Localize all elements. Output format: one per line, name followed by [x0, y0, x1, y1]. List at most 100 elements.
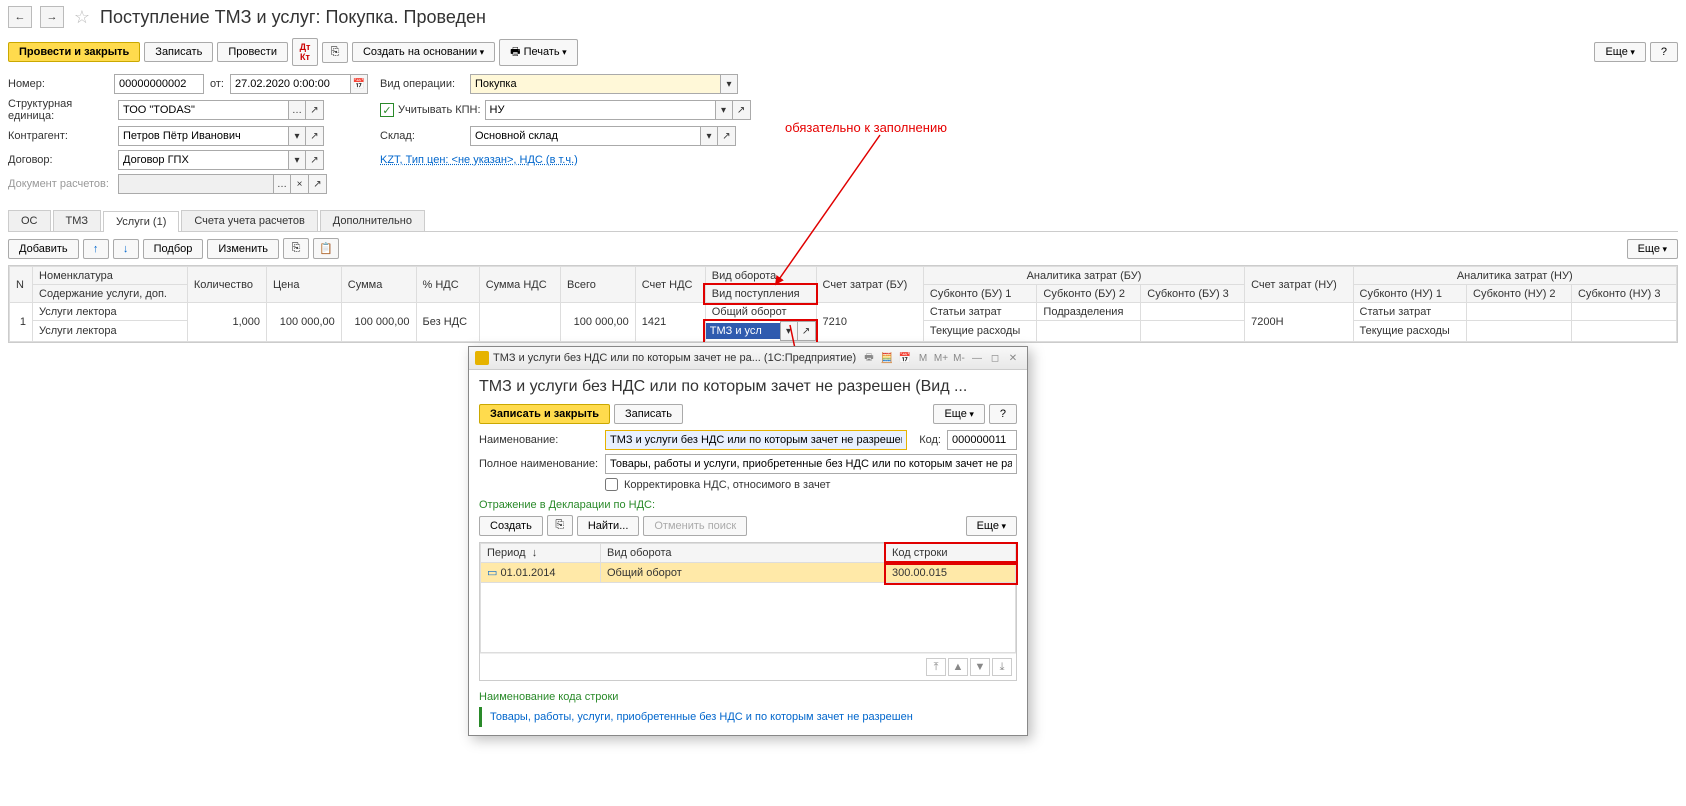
- add-button[interactable]: Добавить: [8, 239, 79, 259]
- modal-col-period[interactable]: Период ↓: [481, 544, 601, 563]
- close-icon[interactable]: ✕: [1005, 350, 1021, 366]
- col-sub-bu3[interactable]: Субконто (БУ) 3: [1141, 285, 1245, 303]
- modal-find-button[interactable]: Найти...: [577, 516, 640, 536]
- contract-input[interactable]: [118, 150, 288, 170]
- open-icon[interactable]: ↗: [798, 321, 816, 341]
- dropdown-icon[interactable]: ▾: [700, 126, 718, 146]
- pick-button[interactable]: Подбор: [143, 239, 204, 259]
- col-qty[interactable]: Количество: [187, 267, 266, 303]
- col-sub-nu1[interactable]: Субконто (НУ) 1: [1353, 285, 1467, 303]
- kpn-input[interactable]: [485, 100, 715, 120]
- col-sum[interactable]: Сумма: [341, 267, 416, 303]
- tab-tmz[interactable]: ТМЗ: [53, 210, 102, 231]
- ellipsis-icon[interactable]: …: [273, 174, 291, 194]
- modal-more-button[interactable]: Еще: [933, 404, 984, 424]
- col-analytics-nu[interactable]: Аналитика затрат (НУ): [1353, 267, 1677, 285]
- pager-up-icon[interactable]: ▲: [948, 658, 968, 676]
- col-sub-bu1[interactable]: Субконто (БУ) 1: [923, 285, 1037, 303]
- modal-create-button[interactable]: Создать: [479, 516, 543, 536]
- open-icon[interactable]: ↗: [718, 126, 736, 146]
- calendar-icon[interactable]: 📅: [350, 74, 368, 94]
- favorite-star-icon[interactable]: ☆: [72, 7, 92, 27]
- modal-help-button[interactable]: ?: [989, 404, 1017, 424]
- dropdown-icon[interactable]: ▾: [720, 74, 738, 94]
- print-icon[interactable]: 🖶: [861, 350, 877, 366]
- col-cost-nu[interactable]: Счет затрат (НУ): [1245, 267, 1353, 303]
- col-vat-acc[interactable]: Счет НДС: [635, 267, 705, 303]
- open-icon[interactable]: ↗: [306, 126, 324, 146]
- modal-write-close-button[interactable]: Записать и закрыть: [479, 404, 610, 424]
- modal-copy-icon[interactable]: ⎘: [547, 515, 573, 536]
- number-input[interactable]: [114, 74, 204, 94]
- grid-more-button[interactable]: Еще: [1627, 239, 1678, 259]
- warehouse-input[interactable]: [470, 126, 700, 146]
- tab-os[interactable]: ОС: [8, 210, 51, 231]
- col-sub-desc[interactable]: Содержание услуги, доп.: [33, 285, 188, 303]
- col-vat-pct[interactable]: % НДС: [416, 267, 479, 303]
- clear-icon[interactable]: ×: [291, 174, 309, 194]
- m-plus-icon[interactable]: M+: [933, 350, 949, 366]
- maximize-icon[interactable]: ◻: [987, 350, 1003, 366]
- col-price[interactable]: Цена: [267, 267, 342, 303]
- nav-forward-button[interactable]: →: [40, 6, 64, 28]
- modal-col-code[interactable]: Код строки: [886, 544, 1016, 563]
- tab-accounts[interactable]: Счета учета расчетов: [181, 210, 317, 231]
- date-input[interactable]: [230, 74, 350, 94]
- modal-grid-more-button[interactable]: Еще: [966, 516, 1017, 536]
- calc-icon[interactable]: 🧮: [879, 350, 895, 366]
- modal-col-turnover[interactable]: Вид оборота: [601, 544, 886, 563]
- settings-icon[interactable]: ⎘: [322, 42, 348, 63]
- col-sub-bu2[interactable]: Субконто (БУ) 2: [1037, 285, 1141, 303]
- dt-kt-icon[interactable]: ДтКт: [292, 38, 318, 66]
- modal-write-button[interactable]: Записать: [614, 404, 683, 424]
- col-sub-nu2[interactable]: Субконто (НУ) 2: [1467, 285, 1572, 303]
- open-icon[interactable]: ↗: [309, 174, 327, 194]
- write-button[interactable]: Записать: [144, 42, 213, 62]
- col-turnover[interactable]: Вид оборота: [705, 267, 816, 285]
- print-button[interactable]: 🖶 Печать: [499, 39, 578, 66]
- m-icon[interactable]: M: [915, 350, 931, 366]
- receipt-type-cell[interactable]: ТМЗ и усл ▾ ↗: [705, 321, 816, 342]
- contragent-input[interactable]: [118, 126, 288, 146]
- dropdown-icon[interactable]: ▾: [288, 150, 306, 170]
- pager-down-icon[interactable]: ▼: [970, 658, 990, 676]
- open-icon[interactable]: ↗: [733, 100, 751, 120]
- pager-last-icon[interactable]: ⤓: [992, 658, 1012, 676]
- modal-table-row[interactable]: ▭ 01.01.2014 Общий оборот 300.00.015: [481, 563, 1016, 583]
- col-vat-sum[interactable]: Сумма НДС: [479, 267, 560, 303]
- modal-fullname-input[interactable]: [605, 454, 1017, 474]
- currency-link[interactable]: KZT, Тип цен: <не указан>, НДС (в т.ч.): [380, 154, 578, 166]
- move-down-icon[interactable]: ↓: [113, 239, 139, 259]
- modal-titlebar[interactable]: ТМЗ и услуги без НДС или по которым заче…: [469, 347, 1027, 370]
- col-total[interactable]: Всего: [560, 267, 635, 303]
- nav-back-button[interactable]: ←: [8, 6, 32, 28]
- create-based-button[interactable]: Создать на основании: [352, 42, 495, 62]
- col-nomenclature[interactable]: Номенклатура: [33, 267, 188, 285]
- tab-services[interactable]: Услуги (1): [103, 211, 179, 232]
- col-sub-nu3[interactable]: Субконто (НУ) 3: [1571, 285, 1676, 303]
- org-input[interactable]: [118, 100, 288, 120]
- consider-kpn-checkbox[interactable]: ✓: [380, 103, 394, 117]
- col-n[interactable]: N: [10, 267, 33, 303]
- change-button[interactable]: Изменить: [207, 239, 279, 259]
- calendar-icon[interactable]: 📅: [897, 350, 913, 366]
- post-button[interactable]: Провести: [217, 42, 288, 62]
- move-up-icon[interactable]: ↑: [83, 239, 109, 259]
- copy-icon[interactable]: ⎘: [283, 238, 309, 259]
- open-icon[interactable]: ↗: [306, 150, 324, 170]
- pager-first-icon[interactable]: ⤒: [926, 658, 946, 676]
- col-receipt-type[interactable]: Вид поступления: [705, 285, 816, 303]
- op-type-input[interactable]: [470, 74, 720, 94]
- minimize-icon[interactable]: —: [969, 350, 985, 366]
- open-icon[interactable]: ↗: [306, 100, 324, 120]
- col-analytics-bu[interactable]: Аналитика затрат (БУ): [923, 267, 1244, 285]
- post-and-close-button[interactable]: Провести и закрыть: [8, 42, 140, 62]
- m-minus-icon[interactable]: M-: [951, 350, 967, 366]
- col-cost-bu[interactable]: Счет затрат (БУ): [816, 267, 923, 303]
- table-row[interactable]: 1 Услуги лектора 1,000 100 000,00 100 00…: [10, 303, 1677, 321]
- help-button[interactable]: ?: [1650, 42, 1678, 62]
- dropdown-icon[interactable]: ▾: [715, 100, 733, 120]
- more-button[interactable]: Еще: [1594, 42, 1645, 62]
- dropdown-icon[interactable]: ▾: [780, 321, 798, 341]
- modal-name-input[interactable]: [605, 430, 907, 450]
